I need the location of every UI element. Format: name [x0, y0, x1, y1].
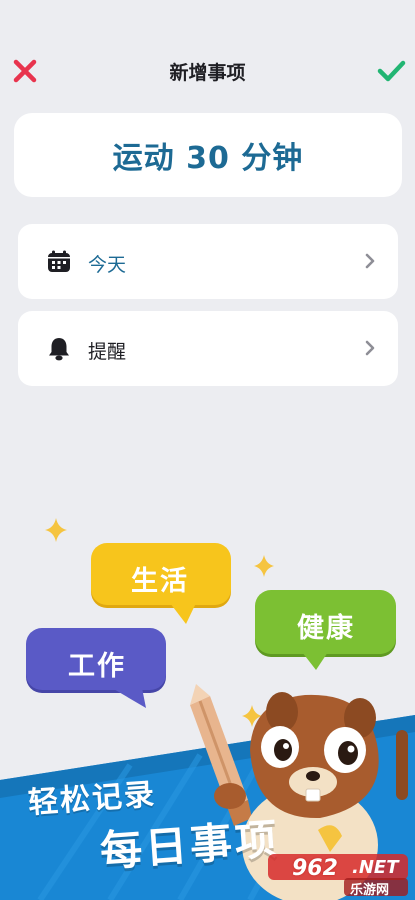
watermark-suffix: .NET: [352, 857, 399, 878]
calendar-icon: [48, 250, 70, 272]
reminder-row[interactable]: 提醒: [18, 311, 398, 386]
page-title: 新增事项: [169, 62, 246, 84]
task-title: 运动 30 分钟: [112, 141, 304, 176]
chevron-right-icon: [365, 340, 375, 356]
reminder-label: 提醒: [88, 341, 127, 363]
date-label: 今天: [88, 254, 127, 276]
bubble-work-text: 工作: [68, 651, 126, 682]
watermark-site: 乐游网: [350, 883, 390, 898]
watermark-number: 962: [292, 856, 338, 881]
sparkle-icon: [254, 555, 274, 577]
task-title-card[interactable]: 运动 30 分钟: [14, 113, 402, 197]
slogan-line-2: 每日事项: [98, 814, 282, 876]
bubble-life-text: 生活: [131, 566, 189, 597]
bell-icon: [49, 338, 69, 361]
bubble-health-text: 健康: [297, 613, 355, 644]
chevron-right-icon: [365, 253, 375, 269]
check-icon[interactable]: [376, 58, 406, 84]
slogan-line-1: 轻松记录: [27, 777, 158, 821]
date-row[interactable]: 今天: [18, 224, 398, 299]
sparkle-icon: [45, 518, 67, 542]
